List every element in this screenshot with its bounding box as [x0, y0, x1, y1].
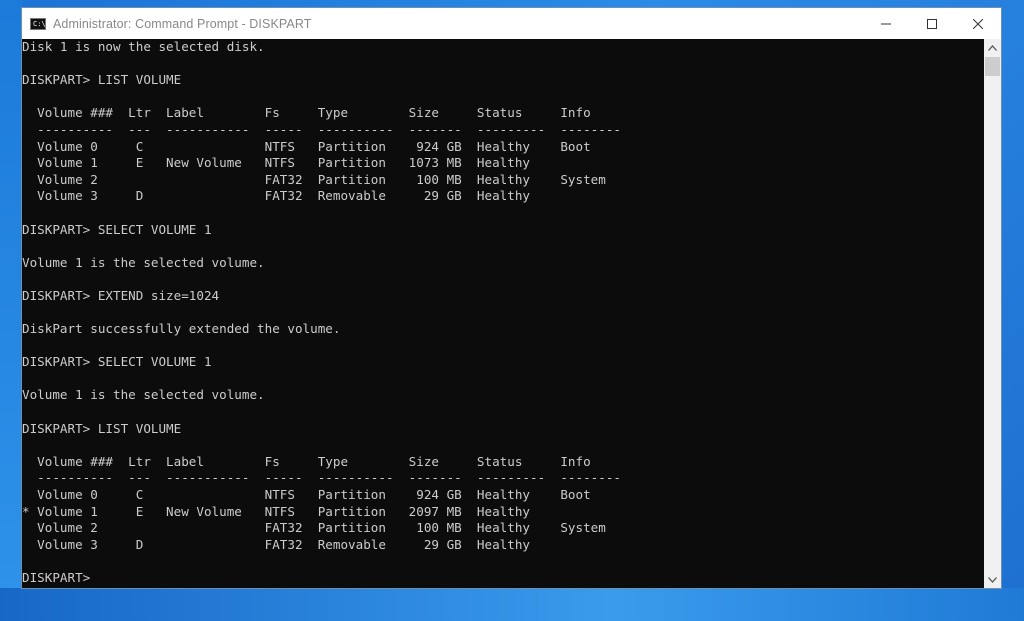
window-title: Administrator: Command Prompt - DISKPART: [53, 16, 312, 31]
console-line: DiskPart successfully extended the volum…: [22, 321, 341, 337]
chevron-up-icon: [988, 44, 997, 51]
console-line: Volume ### Ltr Label Fs Type Size Status…: [22, 453, 591, 469]
scroll-up-button[interactable]: [984, 39, 1001, 56]
console-line: Volume 1 E New Volume NTFS Partition 107…: [22, 155, 530, 171]
console-line: Volume 2 FAT32 Partition 100 MB Healthy …: [22, 520, 606, 536]
console-line: Volume 1 is the selected volume.: [22, 254, 265, 270]
console-line: ---------- --- ----------- ----- -------…: [22, 121, 621, 137]
console-line: Volume 2 FAT32 Partition 100 MB Healthy …: [22, 171, 606, 187]
minimize-button[interactable]: [863, 8, 909, 39]
console-line: Volume 1 is the selected volume.: [22, 387, 265, 403]
cmd-icon-text: C:\: [33, 19, 46, 28]
console-line: DISKPART> LIST VOLUME: [22, 72, 182, 88]
console-line: Volume 3 D FAT32 Removable 29 GB Healthy: [22, 188, 530, 204]
console-line: Volume 3 D FAT32 Removable 29 GB Healthy: [22, 536, 530, 552]
vertical-scrollbar[interactable]: [984, 39, 1001, 588]
title-bar[interactable]: C:\ Administrator: Command Prompt - DISK…: [22, 8, 1001, 39]
cmd-icon[interactable]: C:\: [30, 17, 46, 30]
console-line: Volume 0 C NTFS Partition 924 GB Healthy…: [22, 138, 591, 154]
maximize-button[interactable]: [909, 8, 955, 39]
scroll-down-button[interactable]: [984, 571, 1001, 588]
console-line: DISKPART> SELECT VOLUME 1: [22, 354, 212, 370]
console-line: Volume 0 C NTFS Partition 924 GB Healthy…: [22, 487, 591, 503]
desktop-background: [0, 0, 22, 621]
console-line: DISKPART>: [22, 570, 98, 585]
console-line: ---------- --- ----------- ----- -------…: [22, 470, 621, 486]
close-button[interactable]: [955, 8, 1001, 39]
console-lines: Disk 1 is now the selected disk. DISKPART…: [22, 39, 984, 587]
close-icon: [973, 18, 983, 29]
minimize-icon: [881, 23, 891, 24]
console-line: DISKPART> SELECT VOLUME 1: [22, 221, 212, 237]
console-line: DISKPART> EXTEND size=1024: [22, 287, 220, 303]
window-controls: [863, 8, 1001, 39]
scrollbar-thumb[interactable]: [985, 57, 1000, 76]
maximize-icon: [927, 18, 937, 29]
console-line: * Volume 1 E New Volume NTFS Partition 2…: [22, 503, 530, 519]
desktop-background-bottom: [0, 588, 1024, 621]
chevron-down-icon: [988, 576, 997, 583]
console-output[interactable]: Disk 1 is now the selected disk. DISKPART…: [22, 39, 984, 588]
console-line: DISKPART> LIST VOLUME: [22, 420, 182, 436]
console-line: Disk 1 is now the selected disk.: [22, 39, 265, 54]
console-line: Volume ### Ltr Label Fs Type Size Status…: [22, 105, 591, 121]
command-prompt-window: C:\ Administrator: Command Prompt - DISK…: [22, 8, 1001, 588]
